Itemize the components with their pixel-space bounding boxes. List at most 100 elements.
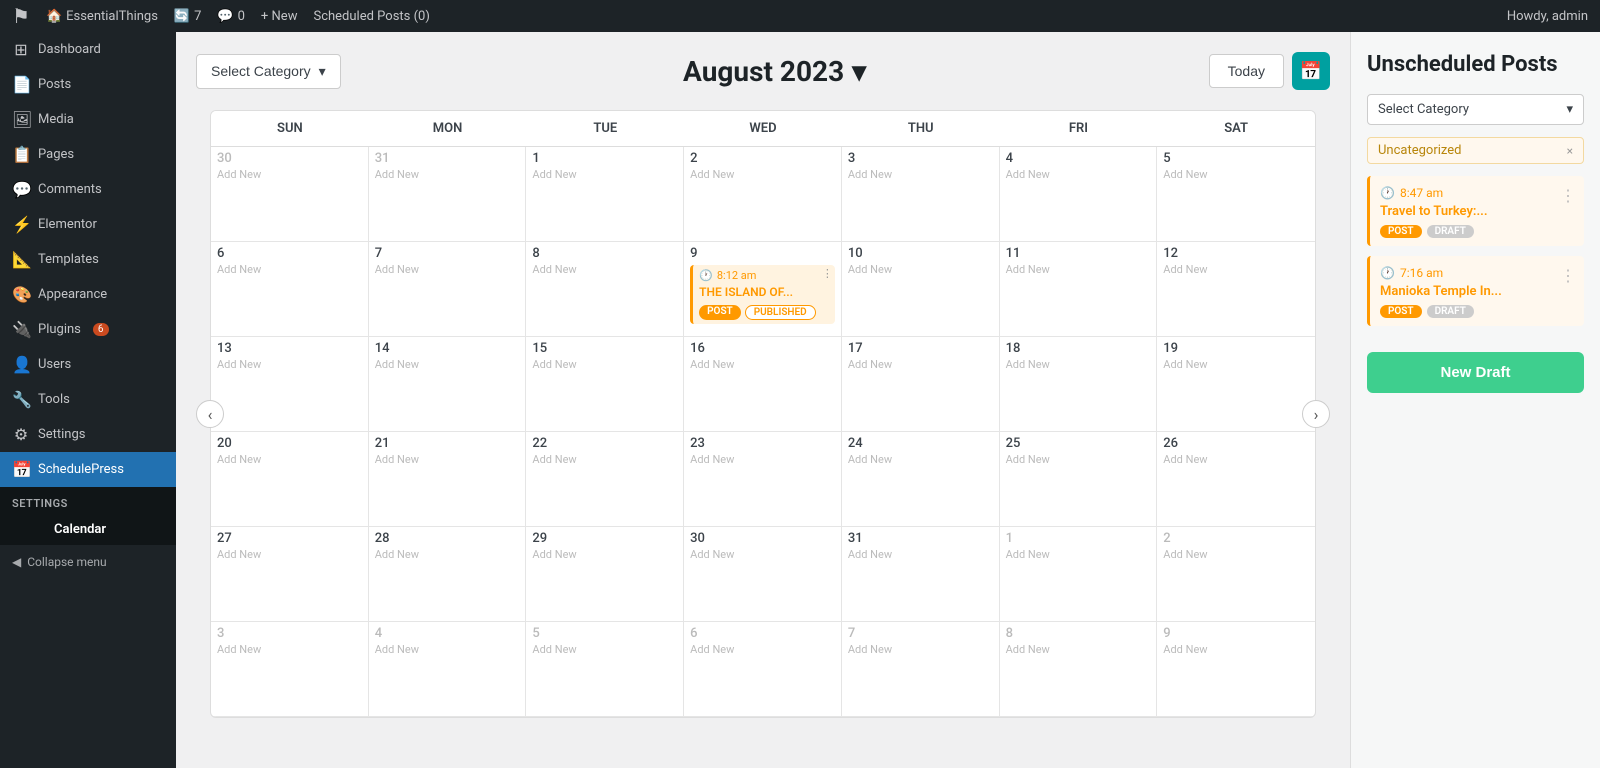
day-number: 11 (1006, 246, 1151, 261)
event-card[interactable]: 🕐 8:12 am ⋮ THE ISLAND OF... POSTPUBLISH… (690, 265, 835, 324)
add-new-link[interactable]: Add New (1006, 548, 1151, 561)
prev-month-button[interactable]: ‹ (196, 400, 224, 428)
add-new-link[interactable]: Add New (690, 453, 835, 466)
day-number: 10 (848, 246, 993, 261)
add-new-link[interactable]: Add New (1006, 263, 1151, 276)
add-new-link[interactable]: Add New (532, 453, 677, 466)
right-select-category-button[interactable]: Select Category ▾ (1367, 94, 1584, 125)
add-new-link[interactable]: Add New (375, 358, 520, 371)
add-new-link[interactable]: Add New (1006, 168, 1151, 181)
day-number: 27 (217, 531, 362, 546)
add-new-link[interactable]: Add New (532, 358, 677, 371)
sidebar-item-calendar[interactable]: Calendar (0, 514, 176, 545)
add-new-link[interactable]: Add New (848, 643, 993, 656)
sidebar-item-posts[interactable]: 📄 Posts (0, 67, 176, 102)
cal-cell-1-4: 10 Add New (842, 242, 1000, 337)
add-new-link[interactable]: Add New (848, 168, 993, 181)
add-new-link[interactable]: Add New (375, 548, 520, 561)
add-new-link[interactable]: Add New (532, 168, 677, 181)
sidebar-item-media[interactable]: 🖼 Media (0, 102, 176, 137)
add-new-link[interactable]: Add New (690, 548, 835, 561)
add-new-link[interactable]: Add New (848, 263, 993, 276)
add-new-link[interactable]: Add New (375, 453, 520, 466)
collapse-menu[interactable]: ◀ Collapse menu (0, 545, 176, 579)
add-new-link[interactable]: Add New (848, 548, 993, 561)
sidebar-item-plugins[interactable]: 🔌 Plugins 6 (0, 312, 176, 347)
sidebar-item-templates[interactable]: 📐 Templates (0, 242, 176, 277)
sidebar-item-dashboard[interactable]: ⊞ Dashboard (0, 32, 176, 67)
add-new-link[interactable]: Add New (1163, 548, 1309, 561)
add-new-link[interactable]: Add New (1163, 168, 1309, 181)
upc-time-1: 🕐 7:16 am (1380, 266, 1574, 280)
add-new-link[interactable]: Add New (217, 358, 362, 371)
user-greeting[interactable]: Howdy, admin (1507, 9, 1588, 24)
add-new-link[interactable]: Add New (217, 453, 362, 466)
add-new-link[interactable]: Add New (217, 168, 362, 181)
add-new-link[interactable]: Add New (375, 263, 520, 276)
add-new-link[interactable]: Add New (1163, 263, 1309, 276)
event-menu-button[interactable]: ⋮ (822, 267, 833, 280)
sidebar-item-comments[interactable]: 💬 Comments (0, 172, 176, 207)
calendar-view-button[interactable]: 📅 (1292, 52, 1330, 90)
day-number: 29 (532, 531, 677, 546)
sidebar-item-pages[interactable]: 📋 Pages (0, 137, 176, 172)
add-new-link[interactable]: Add New (1006, 358, 1151, 371)
add-new-link[interactable]: Add New (217, 263, 362, 276)
upc-time-0: 🕐 8:47 am (1380, 186, 1574, 200)
calendar-grid: SUNMONTUEWEDTHUFRISAT 30Add New31Add New… (210, 110, 1316, 718)
new-post-link[interactable]: + New (261, 9, 298, 24)
uncategorized-close-button[interactable]: × (1567, 144, 1573, 158)
unscheduled-post-1[interactable]: 🕐 7:16 am Manioka Temple In... POSTDRAFT… (1367, 256, 1584, 326)
cal-cell-4-6: 2Add New (1157, 527, 1315, 622)
unscheduled-post-0[interactable]: 🕐 8:47 am Travel to Turkey:... POSTDRAFT… (1367, 176, 1584, 246)
comments-link[interactable]: 💬 0 (217, 9, 245, 24)
upc-menu-button-0[interactable]: ⋮ (1560, 186, 1576, 205)
add-new-link[interactable]: Add New (848, 358, 993, 371)
wp-logo[interactable]: ⚑ (12, 4, 30, 28)
add-new-link[interactable]: Add New (375, 643, 520, 656)
uncategorized-filter: Uncategorized × (1367, 137, 1584, 164)
select-category-button[interactable]: Select Category ▾ (196, 54, 341, 89)
new-draft-button[interactable]: New Draft (1367, 352, 1584, 393)
cal-cell-4-2: 29 Add New (526, 527, 684, 622)
sidebar-item-schedulepress[interactable]: 📅 SchedulePress (0, 452, 176, 487)
day-number: 6 (690, 626, 835, 641)
unscheduled-posts-list: 🕐 8:47 am Travel to Turkey:... POSTDRAFT… (1367, 176, 1584, 326)
add-new-link[interactable]: Add New (1006, 643, 1151, 656)
sidebar-item-appearance[interactable]: 🎨 Appearance (0, 277, 176, 312)
sidebar-item-tools[interactable]: 🔧 Tools (0, 382, 176, 417)
add-new-link[interactable]: Add New (532, 548, 677, 561)
add-new-link[interactable]: Add New (690, 358, 835, 371)
comments-icon: 💬 (217, 9, 233, 24)
add-new-link[interactable]: Add New (1163, 453, 1309, 466)
next-month-button[interactable]: › (1302, 400, 1330, 428)
scheduled-posts-link[interactable]: Scheduled Posts (0) (313, 9, 429, 24)
add-new-link[interactable]: Add New (532, 643, 677, 656)
site-name[interactable]: 🏠 EssentialThings (46, 9, 158, 24)
sidebar-item-settings[interactable]: ⚙ Settings (0, 417, 176, 452)
cal-cell-1-5: 11 Add New (1000, 242, 1158, 337)
sidebar-item-elementor[interactable]: ⚡ Elementor (0, 207, 176, 242)
add-new-link[interactable]: Add New (690, 643, 835, 656)
day-header-sat: SAT (1157, 111, 1315, 147)
upc-menu-button-1[interactable]: ⋮ (1560, 266, 1576, 285)
day-number: 9 (690, 246, 835, 261)
day-number: 21 (375, 436, 520, 451)
add-new-link[interactable]: Add New (690, 168, 835, 181)
cal-cell-2-5: 18Add New (1000, 337, 1158, 432)
day-header-tue: TUE (526, 111, 684, 147)
add-new-link[interactable]: Add New (375, 168, 520, 181)
day-header-mon: MON (369, 111, 527, 147)
month-title[interactable]: August 2023 ▾ (683, 55, 866, 88)
add-new-link[interactable]: Add New (1163, 643, 1309, 656)
add-new-link[interactable]: Add New (1006, 453, 1151, 466)
add-new-link[interactable]: Add New (532, 263, 677, 276)
today-button[interactable]: Today (1209, 54, 1284, 88)
updates-link[interactable]: 🔄 7 (174, 9, 202, 24)
add-new-link[interactable]: Add New (217, 643, 362, 656)
sidebar-item-users[interactable]: 👤 Users (0, 347, 176, 382)
add-new-link[interactable]: Add New (848, 453, 993, 466)
add-new-link[interactable]: Add New (1163, 358, 1309, 371)
cal-cell-0-6: 5Add New (1157, 147, 1315, 242)
add-new-link[interactable]: Add New (217, 548, 362, 561)
